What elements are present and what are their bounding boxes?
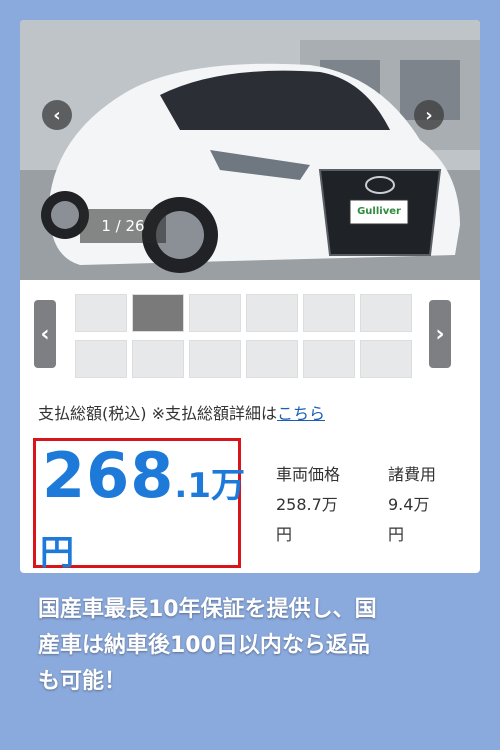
thumbnail[interactable] <box>360 294 412 332</box>
thumbnail[interactable] <box>360 340 412 378</box>
gallery-prev-button[interactable]: ‹ <box>42 100 72 130</box>
caption-line: 国産車最長10年保証を提供し、国 <box>38 597 377 622</box>
thumbnail[interactable] <box>75 340 127 378</box>
vehicle-price: 車両価格 258.7万 円 <box>276 460 340 550</box>
car-photo[interactable]: Gulliver ‹ › 1 / 26 <box>20 20 480 280</box>
listing-card: Gulliver ‹ › 1 / 26 ‹ › 支払総額(税込) ※支払総額詳細… <box>20 20 480 573</box>
total-payment-label: 支払総額(税込) ※支払総額詳細はこちら <box>38 400 325 424</box>
total-price-main: 268 <box>42 439 175 512</box>
vehicle-price-value: 258.7万 <box>276 495 338 514</box>
caption: 国産車最長10年保証を提供し、国 産車は納車後100日以内なら返品 も可能！ <box>38 592 468 700</box>
total-price-decimal: .1万 <box>174 466 245 506</box>
chevron-right-icon: › <box>435 321 445 347</box>
caption-line: 産車は納車後100日以内なら返品 <box>38 633 370 658</box>
caption-line: も可能！ <box>38 669 127 694</box>
vehicle-price-unit: 円 <box>276 525 293 544</box>
dealer-plate: Gulliver <box>357 206 401 217</box>
fees-label: 諸費用 <box>388 465 437 484</box>
thumbnail[interactable] <box>246 340 298 378</box>
chevron-right-icon: › <box>425 104 433 126</box>
details-link[interactable]: こちら <box>277 404 325 423</box>
thumbnail-grid <box>75 294 415 378</box>
gallery-next-button[interactable]: › <box>414 100 444 130</box>
total-price-unit: 円 <box>40 533 74 573</box>
thumbnail[interactable] <box>132 294 184 332</box>
fees: 諸費用 9.4万 円 <box>388 460 436 550</box>
thumbnail[interactable] <box>189 294 241 332</box>
fees-unit: 円 <box>388 525 405 544</box>
thumbs-prev-button[interactable]: ‹ <box>34 300 56 368</box>
chevron-left-icon: ‹ <box>53 104 61 126</box>
thumbnail[interactable] <box>303 340 355 378</box>
thumbnail[interactable] <box>303 294 355 332</box>
total-price-box: 268.1万 円 <box>33 438 245 573</box>
thumbnail[interactable] <box>246 294 298 332</box>
thumbnail[interactable] <box>132 340 184 378</box>
chevron-left-icon: ‹ <box>40 321 50 347</box>
thumbnail-strip: ‹ › <box>20 288 480 380</box>
thumbnail[interactable] <box>189 340 241 378</box>
total-price: 268.1万 <box>42 439 245 512</box>
vehicle-price-label: 車両価格 <box>276 465 341 484</box>
thumbs-next-button[interactable]: › <box>429 300 451 368</box>
thumbnail[interactable] <box>75 294 127 332</box>
photo-counter: 1 / 26 <box>80 209 166 243</box>
fees-value: 9.4万 <box>388 495 430 514</box>
total-payment-text: 支払総額(税込) ※支払総額詳細は <box>38 404 277 423</box>
